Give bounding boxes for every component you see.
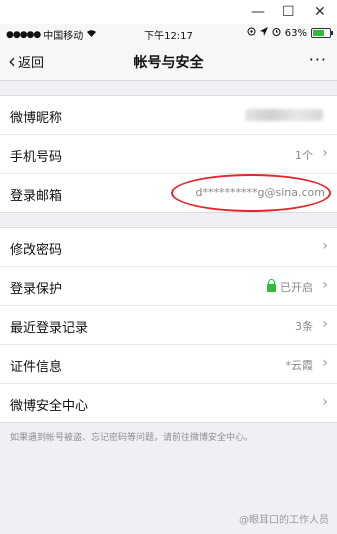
account-info-group: 微博昵称 手机号码 1个 › 登录邮箱 d**********g@sina.co… xyxy=(0,95,337,213)
protection-status: 已开启 xyxy=(280,281,313,294)
chevron-right-icon: › xyxy=(322,238,328,254)
chevron-right-icon: › xyxy=(322,394,328,410)
status-bar: ●●●●● 中国移动 下午12:17 63% xyxy=(0,24,337,44)
location-icon xyxy=(259,27,268,39)
lock-rotation-icon xyxy=(247,27,256,39)
close-button[interactable]: ✕ xyxy=(314,4,326,20)
row-label: 登录保护 xyxy=(10,282,63,297)
chevron-right-icon: › xyxy=(322,277,328,293)
row-phone-number[interactable]: 手机号码 1个 › xyxy=(0,135,337,174)
row-value: *云霞 xyxy=(285,359,314,372)
battery-icon xyxy=(311,28,333,38)
blurred-nickname xyxy=(245,109,323,121)
page-title: 帐号与安全 xyxy=(133,55,204,71)
minimize-button[interactable]: — xyxy=(251,4,265,20)
row-id-info[interactable]: 证件信息 *云霞 › xyxy=(0,345,337,384)
battery-percent: 63% xyxy=(284,27,307,39)
chevron-right-icon: › xyxy=(322,316,328,332)
row-label: 最近登录记录 xyxy=(10,321,89,336)
row-label: 证件信息 xyxy=(10,360,63,375)
row-login-email[interactable]: 登录邮箱 d**********g@sina.com xyxy=(0,174,337,212)
row-value: 1个 xyxy=(295,149,313,162)
chevron-right-icon: › xyxy=(322,145,328,161)
maximize-button[interactable]: ☐ xyxy=(282,4,295,20)
more-button[interactable]: ··· xyxy=(309,50,327,69)
row-recent-logins[interactable]: 最近登录记录 3条 › xyxy=(0,306,337,345)
lock-icon xyxy=(267,279,276,292)
row-label: 修改密码 xyxy=(10,243,63,258)
row-change-password[interactable]: 修改密码 › xyxy=(0,228,337,267)
row-security-center[interactable]: 微博安全中心 › xyxy=(0,384,337,422)
window-title-bar: — ☐ ✕ xyxy=(0,0,337,24)
alarm-icon xyxy=(272,27,281,39)
security-settings-group: 修改密码 › 登录保护 已开启 › 最近登录记录 3条 › 证件信息 *云霞 ›… xyxy=(0,227,337,423)
row-weibo-nickname[interactable]: 微博昵称 xyxy=(0,96,337,135)
row-value: 3条 xyxy=(295,320,313,333)
row-label: 微博昵称 xyxy=(10,111,63,126)
watermark: @眼耳口的工作人员 xyxy=(239,515,329,526)
row-label: 手机号码 xyxy=(10,150,63,165)
row-value: d**********g@sina.com xyxy=(195,186,325,199)
row-value: 已开启 xyxy=(267,279,313,295)
row-label: 微博安全中心 xyxy=(10,399,89,414)
row-label: 登录邮箱 xyxy=(10,189,63,204)
help-note: 如果遇到帐号被盗、忘记密码等问题，请前往微博安全中心。 xyxy=(10,433,254,443)
navigation-bar: ‹ 返回 帐号与安全 ··· xyxy=(0,44,337,81)
row-login-protection[interactable]: 登录保护 已开启 › xyxy=(0,267,337,306)
chevron-right-icon: › xyxy=(322,355,328,371)
